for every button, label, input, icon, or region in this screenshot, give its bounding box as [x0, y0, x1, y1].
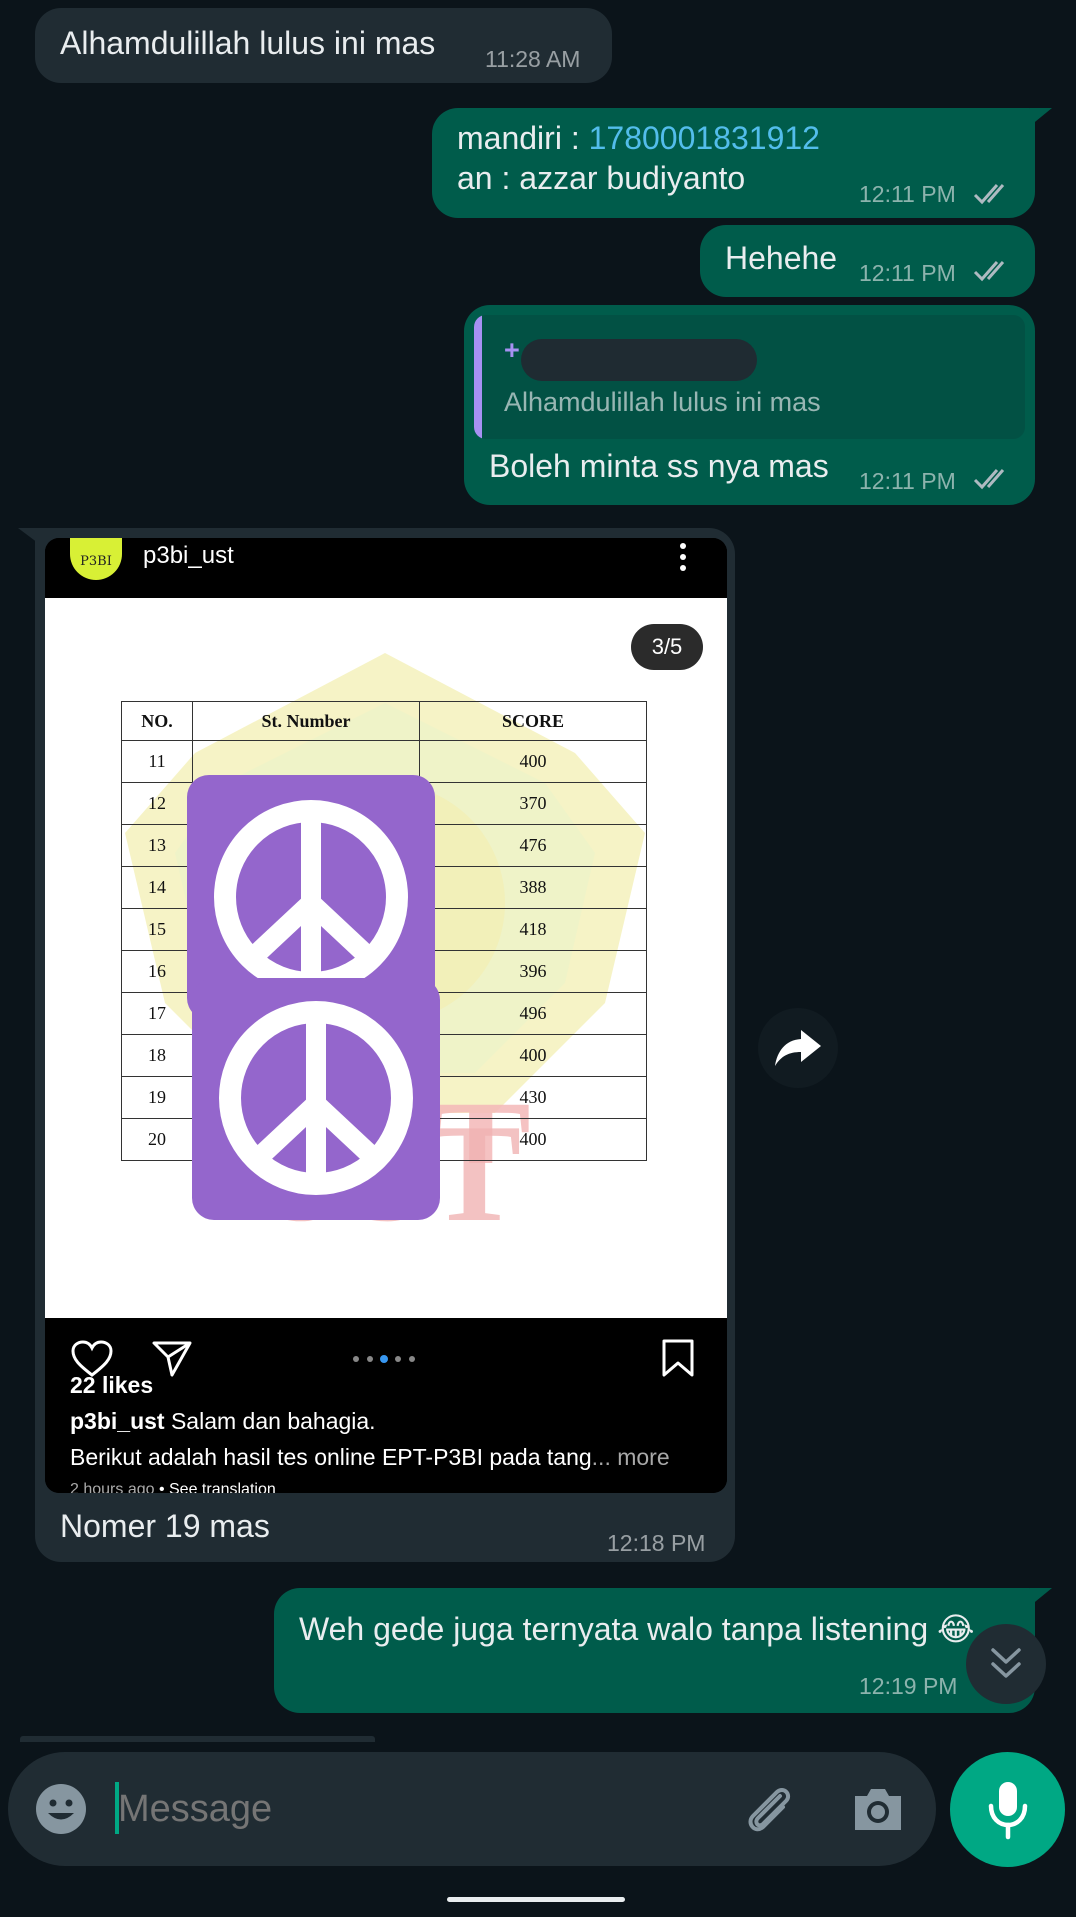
peace-sticker-icon	[192, 978, 440, 1220]
message-input[interactable]	[116, 1776, 620, 1842]
message-bubble-outgoing[interactable]: Weh gede juga ternyata walo tanpa listen…	[274, 1588, 1035, 1713]
cell-no: 20	[121, 1118, 193, 1161]
message-time: 11:28 AM	[485, 46, 581, 72]
cell-score: 418	[419, 908, 647, 951]
message-text: Boleh minta ss nya mas	[489, 448, 829, 484]
cell-score: 430	[419, 1076, 647, 1119]
ig-caption-text: Salam dan bahagia.	[164, 1408, 376, 1434]
ig-time-ago: 2 hours ago	[70, 1481, 155, 1493]
message-text: Hehehe	[725, 240, 838, 276]
cell-score: 400	[419, 1034, 647, 1077]
cell-no: 18	[121, 1034, 193, 1077]
ig-see-translation: • See translation	[154, 1481, 276, 1493]
double-check-icon	[973, 261, 1005, 282]
ig-post-image: UST UST NO. St. Number SCORE 11400 12370…	[45, 598, 727, 1318]
message-bubble-outgoing[interactable]: Hehehe 12:11 PM	[700, 225, 1035, 297]
message-bubble-incoming[interactable]: Alhamdulillah lulus ini mas 11:28 AM	[35, 8, 612, 83]
cell-score: 396	[419, 950, 647, 993]
cell-score: 400	[419, 1118, 647, 1161]
ig-header: P3BI p3bi_ust	[45, 538, 727, 598]
ig-more-link: ... more	[591, 1444, 670, 1470]
partial-bubble	[20, 1736, 375, 1742]
forward-button[interactable]	[758, 1008, 838, 1088]
laughing-emoji: 😂	[937, 1611, 975, 1647]
bank-label: mandiri :	[457, 120, 589, 156]
cell-no: 14	[121, 866, 193, 909]
message-text: mandiri : 1780001831912	[457, 120, 820, 157]
message-bubble-outgoing[interactable]: mandiri : 1780001831912 an : azzar budiy…	[432, 108, 1035, 218]
mic-button[interactable]	[950, 1752, 1065, 1867]
bookmark-icon	[662, 1339, 694, 1377]
quote-accent-bar	[474, 315, 482, 439]
message-time: 12:19 PM	[859, 1673, 958, 1699]
bubble-tail	[18, 528, 42, 546]
message-text-line2: an : azzar budiyanto	[457, 160, 746, 196]
account-number-link[interactable]: 1780001831912	[589, 120, 820, 156]
cell-no: 12	[121, 782, 193, 825]
message-time: 12:18 PM	[607, 1530, 706, 1556]
forward-icon	[775, 1030, 821, 1066]
cell-no: 17	[121, 992, 193, 1035]
table-header: NO.	[121, 701, 193, 741]
table-header: St. Number	[192, 701, 420, 741]
table-header: SCORE	[419, 701, 647, 741]
instagram-screenshot[interactable]: P3BI p3bi_ust UST UST NO. St. Number SCO…	[45, 538, 727, 1493]
double-check-icon	[973, 469, 1005, 490]
message-time: 12:11 PM	[859, 468, 956, 494]
message-time: 12:11 PM	[859, 260, 956, 286]
message-bubble-outgoing[interactable]: + Alhamdulillah lulus ini mas Boleh mint…	[464, 305, 1035, 505]
ig-username: p3bi_ust	[143, 542, 234, 569]
cell-no: 16	[121, 950, 193, 993]
camera-icon[interactable]	[851, 1784, 905, 1834]
message-body: Weh gede juga ternyata walo tanpa listen…	[299, 1611, 929, 1647]
page-indicator: 3/5	[631, 624, 703, 670]
cell-score: 388	[419, 866, 647, 909]
redacted-author	[521, 339, 757, 381]
ig-avatar: P3BI	[70, 538, 122, 580]
ig-caption-line2: Berikut adalah hasil tes online EPT-P3BI…	[70, 1444, 670, 1471]
double-check-icon	[973, 184, 1005, 205]
message-text: Nomer 19 mas	[60, 1508, 270, 1544]
ig-caption-user: p3bi_ust	[70, 1408, 165, 1434]
carousel-dots	[353, 1355, 415, 1363]
message-text: Alhamdulillah lulus ini mas	[60, 25, 436, 61]
attach-icon[interactable]	[740, 1780, 798, 1838]
quote-text: Alhamdulillah lulus ini mas	[504, 387, 821, 417]
share-icon	[152, 1341, 192, 1377]
cell-no: 15	[121, 908, 193, 951]
scroll-down-icon	[991, 1648, 1021, 1678]
ig-likes: 22 likes	[70, 1372, 154, 1398]
cell-no: 11	[121, 740, 193, 783]
quoted-message[interactable]: + Alhamdulillah lulus ini mas	[474, 315, 1025, 439]
quote-author-prefix: +	[504, 335, 520, 365]
ig-caption: p3bi_ust Salam dan bahagia.	[70, 1408, 376, 1435]
cell-score: 400	[419, 740, 647, 783]
cell-score: 496	[419, 992, 647, 1035]
message-text: Weh gede juga ternyata walo tanpa listen…	[299, 1610, 974, 1648]
cell-score: 476	[419, 824, 647, 867]
ig-actions-area: 22 likes p3bi_ust Salam dan bahagia. Ber…	[45, 1318, 727, 1493]
message-time: 12:11 PM	[859, 181, 956, 207]
mic-icon	[988, 1782, 1028, 1840]
ig-meta: 2 hours ago • See translation	[70, 1481, 276, 1493]
bubble-tail	[1030, 1588, 1052, 1606]
emoji-icon[interactable]	[34, 1782, 88, 1836]
message-composer[interactable]	[8, 1752, 936, 1866]
scroll-down-button[interactable]	[966, 1624, 1046, 1704]
cell-score: 370	[419, 782, 647, 825]
cell-no: 13	[121, 824, 193, 867]
cell-no: 19	[121, 1076, 193, 1119]
bubble-tail	[1030, 108, 1052, 126]
ig-caption-body: Berikut adalah hasil tes online EPT-P3BI…	[70, 1444, 592, 1470]
home-indicator[interactable]	[447, 1897, 625, 1902]
more-options-icon	[680, 543, 686, 571]
